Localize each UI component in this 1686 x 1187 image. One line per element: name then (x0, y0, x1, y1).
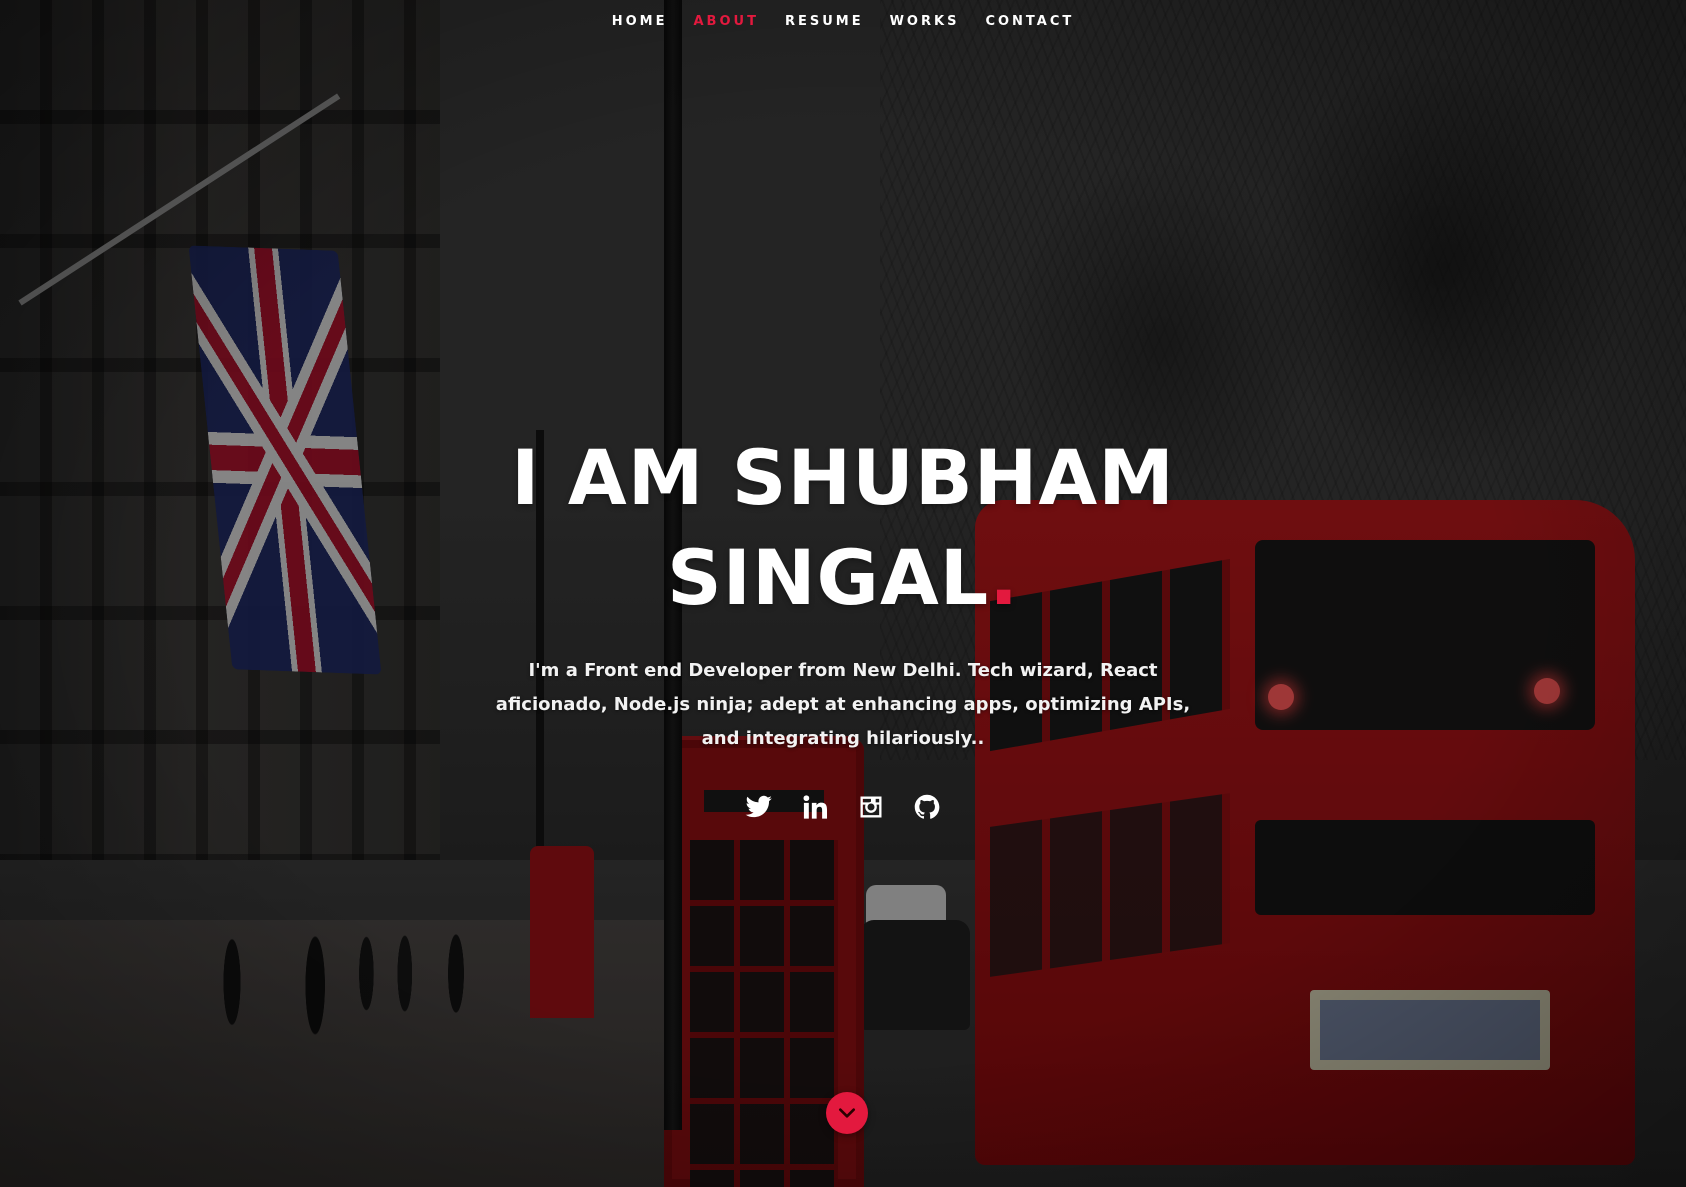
main-nav: HOME ABOUT RESUME WORKS CONTACT (0, 0, 1686, 44)
instagram-link[interactable] (856, 792, 886, 822)
headline-line-2: SINGAL (666, 533, 990, 622)
scroll-down-button[interactable] (826, 1092, 868, 1134)
twitter-link[interactable] (744, 792, 774, 822)
nav-link-about[interactable]: ABOUT (681, 0, 772, 44)
chevron-down-icon (839, 1108, 855, 1118)
banner: I AM SHUBHAM SINGAL. I'm a Front end Dev… (0, 428, 1686, 822)
linkedin-link[interactable] (800, 792, 830, 822)
headline-line-1: I AM SHUBHAM (511, 433, 1175, 522)
nav-link-works[interactable]: WORKS (877, 0, 973, 44)
nav-link-contact[interactable]: CONTACT (972, 0, 1087, 44)
hero-section: HOME ABOUT RESUME WORKS CONTACT I AM SHU… (0, 0, 1686, 1187)
github-link[interactable] (912, 792, 942, 822)
headline-accent-dot: . (989, 533, 1020, 622)
nav-item-contact: CONTACT (972, 0, 1087, 44)
github-icon (914, 794, 940, 819)
linkedin-icon (803, 795, 828, 819)
nav-item-works: WORKS (877, 0, 973, 44)
nav-item-home: HOME (599, 0, 681, 44)
intro-text: I'm a Front end Developer from New Delhi… (495, 660, 1191, 749)
nav-link-home[interactable]: HOME (599, 0, 681, 44)
social-links (0, 792, 1686, 822)
instagram-icon (860, 796, 882, 818)
nav-item-about: ABOUT (681, 0, 772, 44)
twitter-icon (745, 795, 772, 818)
nav-list: HOME ABOUT RESUME WORKS CONTACT (599, 0, 1088, 44)
nav-link-resume[interactable]: RESUME (772, 0, 877, 44)
headline: I AM SHUBHAM SINGAL. (433, 428, 1253, 628)
nav-item-resume: RESUME (772, 0, 877, 44)
